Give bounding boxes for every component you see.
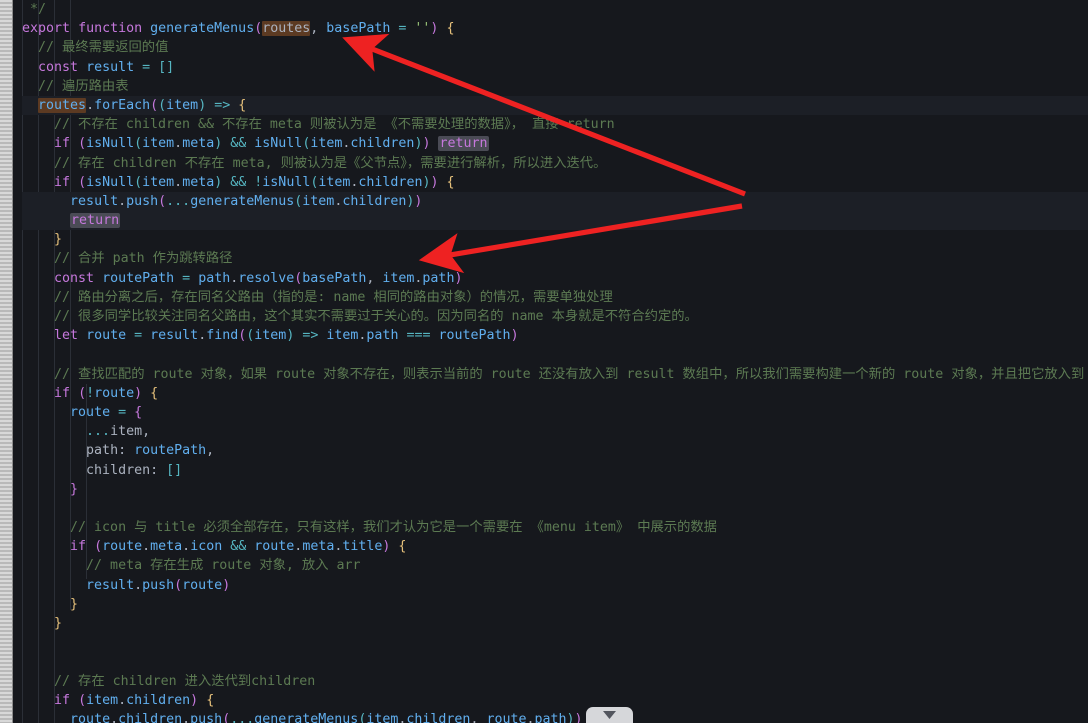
code-line[interactable]: if (isNull(item.meta) && !isNull(item.ch…	[22, 173, 1088, 192]
code-line[interactable]: // meta 存在生成 route 对象, 放入 arr	[22, 556, 1088, 575]
code-line[interactable]: // 存在 children 进入迭代到children	[22, 672, 1088, 691]
code-line[interactable]: export function generateMenus(routes, ba…	[22, 19, 1088, 38]
code-line[interactable]: if (item.children) {	[22, 691, 1088, 710]
code-line[interactable]: routes.forEach((item) => {	[22, 95, 1088, 116]
editor-gutter	[13, 0, 22, 723]
code-line[interactable]: }	[22, 595, 1088, 614]
code-line[interactable]: const result = []	[22, 58, 1088, 77]
code-line[interactable]: route = {	[22, 403, 1088, 422]
collapse-panel-tab[interactable]	[586, 707, 633, 723]
code-line[interactable]: result.push(route)	[22, 576, 1088, 595]
code-line[interactable]: // 不存在 children && 不存在 meta 则被认为是 《不需要处理…	[22, 115, 1088, 134]
code-line[interactable]	[22, 499, 1088, 518]
code-line[interactable]: return	[22, 211, 1088, 231]
scrollbar-thumb[interactable]	[1, 0, 12, 723]
code-line[interactable]	[22, 652, 1088, 671]
code-line[interactable]: if (!route) {	[22, 384, 1088, 403]
code-line[interactable]: if (route.meta.icon && route.meta.title)…	[22, 537, 1088, 556]
code-editor[interactable]: */ export function generateMenus(routes,…	[0, 0, 1088, 723]
code-line[interactable]: // 最终需要返回的值	[22, 38, 1088, 57]
code-line[interactable]: ...item,	[22, 422, 1088, 441]
code-line[interactable]	[22, 345, 1088, 364]
code-line[interactable]: result.push(...generateMenus(item.childr…	[22, 191, 1088, 212]
code-line[interactable]: route.children.push(...generateMenus(ite…	[22, 710, 1088, 723]
code-line[interactable]: }	[22, 614, 1088, 633]
code-line[interactable]: const routePath = path.resolve(basePath,…	[22, 269, 1088, 288]
code-line[interactable]: let route = result.find((item) => item.p…	[22, 326, 1088, 345]
code-line[interactable]: // 查找匹配的 route 对象，如果 route 对象不存在，则表示当前的 …	[22, 365, 1088, 384]
code-line[interactable]: // 路由分离之后，存在同名父路由（指的是: name 相同的路由对象）的情况，…	[22, 288, 1088, 307]
code-line[interactable]: }	[22, 480, 1088, 499]
code-line[interactable]	[22, 633, 1088, 652]
vertical-scrollbar[interactable]	[0, 0, 13, 723]
chevron-down-icon	[603, 711, 616, 719]
code-line[interactable]: // 遍历路由表	[22, 77, 1088, 96]
code-surface[interactable]: */ export function generateMenus(routes,…	[22, 0, 1088, 723]
code-line[interactable]: */	[22, 0, 1088, 19]
code-line[interactable]: // 存在 children 不存在 meta, 则被认为是《父节点》，需要进行…	[22, 154, 1088, 173]
code-line[interactable]: path: routePath,	[22, 441, 1088, 460]
code-line[interactable]: // 很多同学比较关注同名父路由，这个其实不需要过于关心的。因为同名的 name…	[22, 307, 1088, 326]
code-line[interactable]: children: []	[22, 461, 1088, 480]
code-line[interactable]: }	[22, 230, 1088, 249]
code-line[interactable]: // 合并 path 作为跳转路径	[22, 249, 1088, 268]
code-line[interactable]: // icon 与 title 必须全部存在，只有这样，我们才认为它是一个需要在…	[22, 518, 1088, 537]
code-line[interactable]: if (isNull(item.meta) && isNull(item.chi…	[22, 134, 1088, 153]
